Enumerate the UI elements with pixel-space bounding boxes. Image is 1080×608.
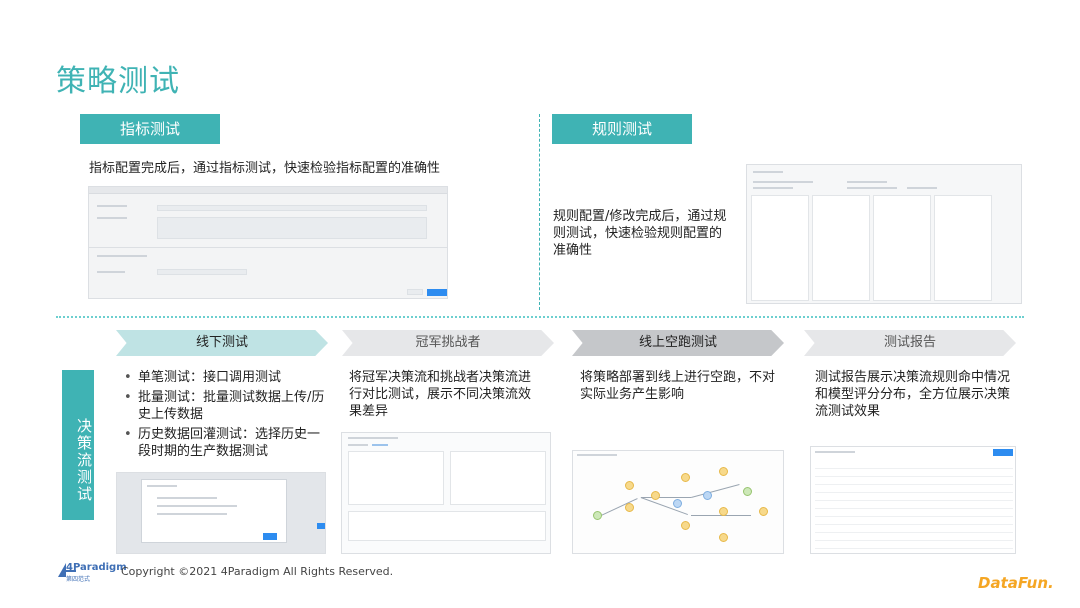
step-champion-challenger: 冠军挑战者: [342, 330, 554, 356]
step-online-dry-run: 线上空跑测试: [572, 330, 784, 356]
4paradigm-logo-sub: 第四范式: [66, 576, 91, 583]
online-dry-run-description: 将策略部署到线上进行空跑，不对实际业务产生影响: [580, 370, 776, 402]
list-item: 历史数据回灌测试：选择历史一段时期的生产数据测试: [120, 426, 326, 460]
section-divider: [539, 114, 540, 310]
indicator-test-tag: 指标测试: [80, 114, 220, 144]
rule-test-description: 规则配置/修改完成后，通过规则测试，快速检验规则配置的准确性: [553, 209, 727, 258]
indicator-test-screenshot: [88, 186, 448, 299]
champion-challenger-description: 将冠军决策流和挑战者决策流进行对比测试，展示不同决策流效果差异: [349, 370, 532, 419]
page-title: 策略测试: [56, 64, 180, 99]
horizontal-divider: [56, 316, 1024, 318]
4paradigm-logo-text: 4Paradigm: [66, 562, 127, 573]
copyright-text: Copyright ©2021 4Paradigm All Rights Res…: [121, 565, 394, 578]
rule-test-screenshot: [746, 164, 1022, 304]
step-test-report: 测试报告: [804, 330, 1016, 356]
offline-test-screenshot: [116, 472, 326, 554]
datafun-logo: DataFun.: [978, 574, 1054, 592]
indicator-test-description: 指标配置完成后，通过指标测试，快速检验指标配置的准确性: [89, 161, 441, 176]
champion-challenger-screenshot: [341, 432, 551, 554]
rule-test-tag: 规则测试: [552, 114, 692, 144]
decision-flow-test-label: 决策流测试: [62, 370, 94, 520]
test-report-description: 测试报告展示决策流规则命中情况和模型评分分布，全方位展示决策流测试效果: [815, 370, 1011, 419]
step-offline-test: 线下测试: [116, 330, 328, 356]
online-dry-run-screenshot: [572, 450, 784, 554]
list-item: 批量测试：批量测试数据上传/历史上传数据: [120, 389, 326, 423]
list-item: 单笔测试：接口调用测试: [120, 369, 326, 386]
test-report-screenshot: [810, 446, 1016, 554]
offline-test-list: 单笔测试：接口调用测试 批量测试：批量测试数据上传/历史上传数据 历史数据回灌测…: [120, 369, 326, 463]
